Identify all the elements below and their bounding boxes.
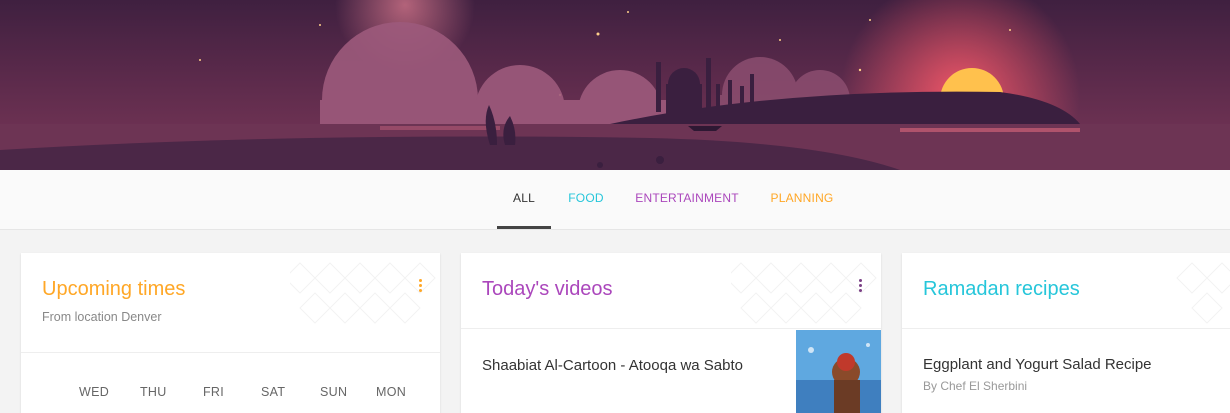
card-title: Upcoming times [42, 278, 186, 300]
card-header: Ramadan recipes [902, 253, 1230, 329]
more-vert-icon[interactable] [417, 279, 423, 297]
video-thumbnail[interactable] [796, 330, 881, 413]
recipe-title[interactable]: Eggplant and Yogurt Salad Recipe [923, 356, 1152, 373]
day-label: WED [79, 385, 110, 399]
video-title[interactable]: Shaabiat Al-Cartoon - Atooqa wa Sabto [482, 357, 743, 374]
tab-entertainment[interactable]: ENTERTAINMENT [634, 170, 740, 230]
category-tab-bar: ALL FOOD ENTERTAINMENT PLANNING [0, 170, 1230, 230]
upcoming-times-card: Upcoming times From location Denver WED … [21, 253, 440, 413]
pattern-decoration [1176, 262, 1230, 324]
day-label: FRI [203, 385, 225, 399]
day-label: THU [140, 385, 167, 399]
todays-videos-card: Today's videos Shaabiat Al-Cartoon - Ato… [461, 253, 881, 413]
card-title: Ramadan recipes [923, 278, 1080, 300]
ramadan-recipes-card: Ramadan recipes Eggplant and Yogurt Sala… [902, 253, 1230, 413]
tab-all[interactable]: ALL [497, 170, 551, 230]
card-header: Upcoming times From location Denver [21, 253, 440, 353]
location-subtitle: From location Denver [42, 310, 162, 324]
day-label: MON [376, 385, 407, 399]
recipe-author: By Chef El Sherbini [923, 379, 1028, 393]
day-label: SAT [261, 385, 286, 399]
tab-planning[interactable]: PLANNING [768, 170, 836, 230]
tab-food[interactable]: FOOD [565, 170, 607, 230]
day-label: SUN [320, 385, 348, 399]
card-title: Today's videos [482, 278, 613, 300]
mosque-sunset-illustration [0, 0, 1230, 170]
more-vert-icon[interactable] [857, 279, 863, 297]
hero-banner [0, 0, 1230, 170]
card-header: Today's videos [461, 253, 881, 329]
